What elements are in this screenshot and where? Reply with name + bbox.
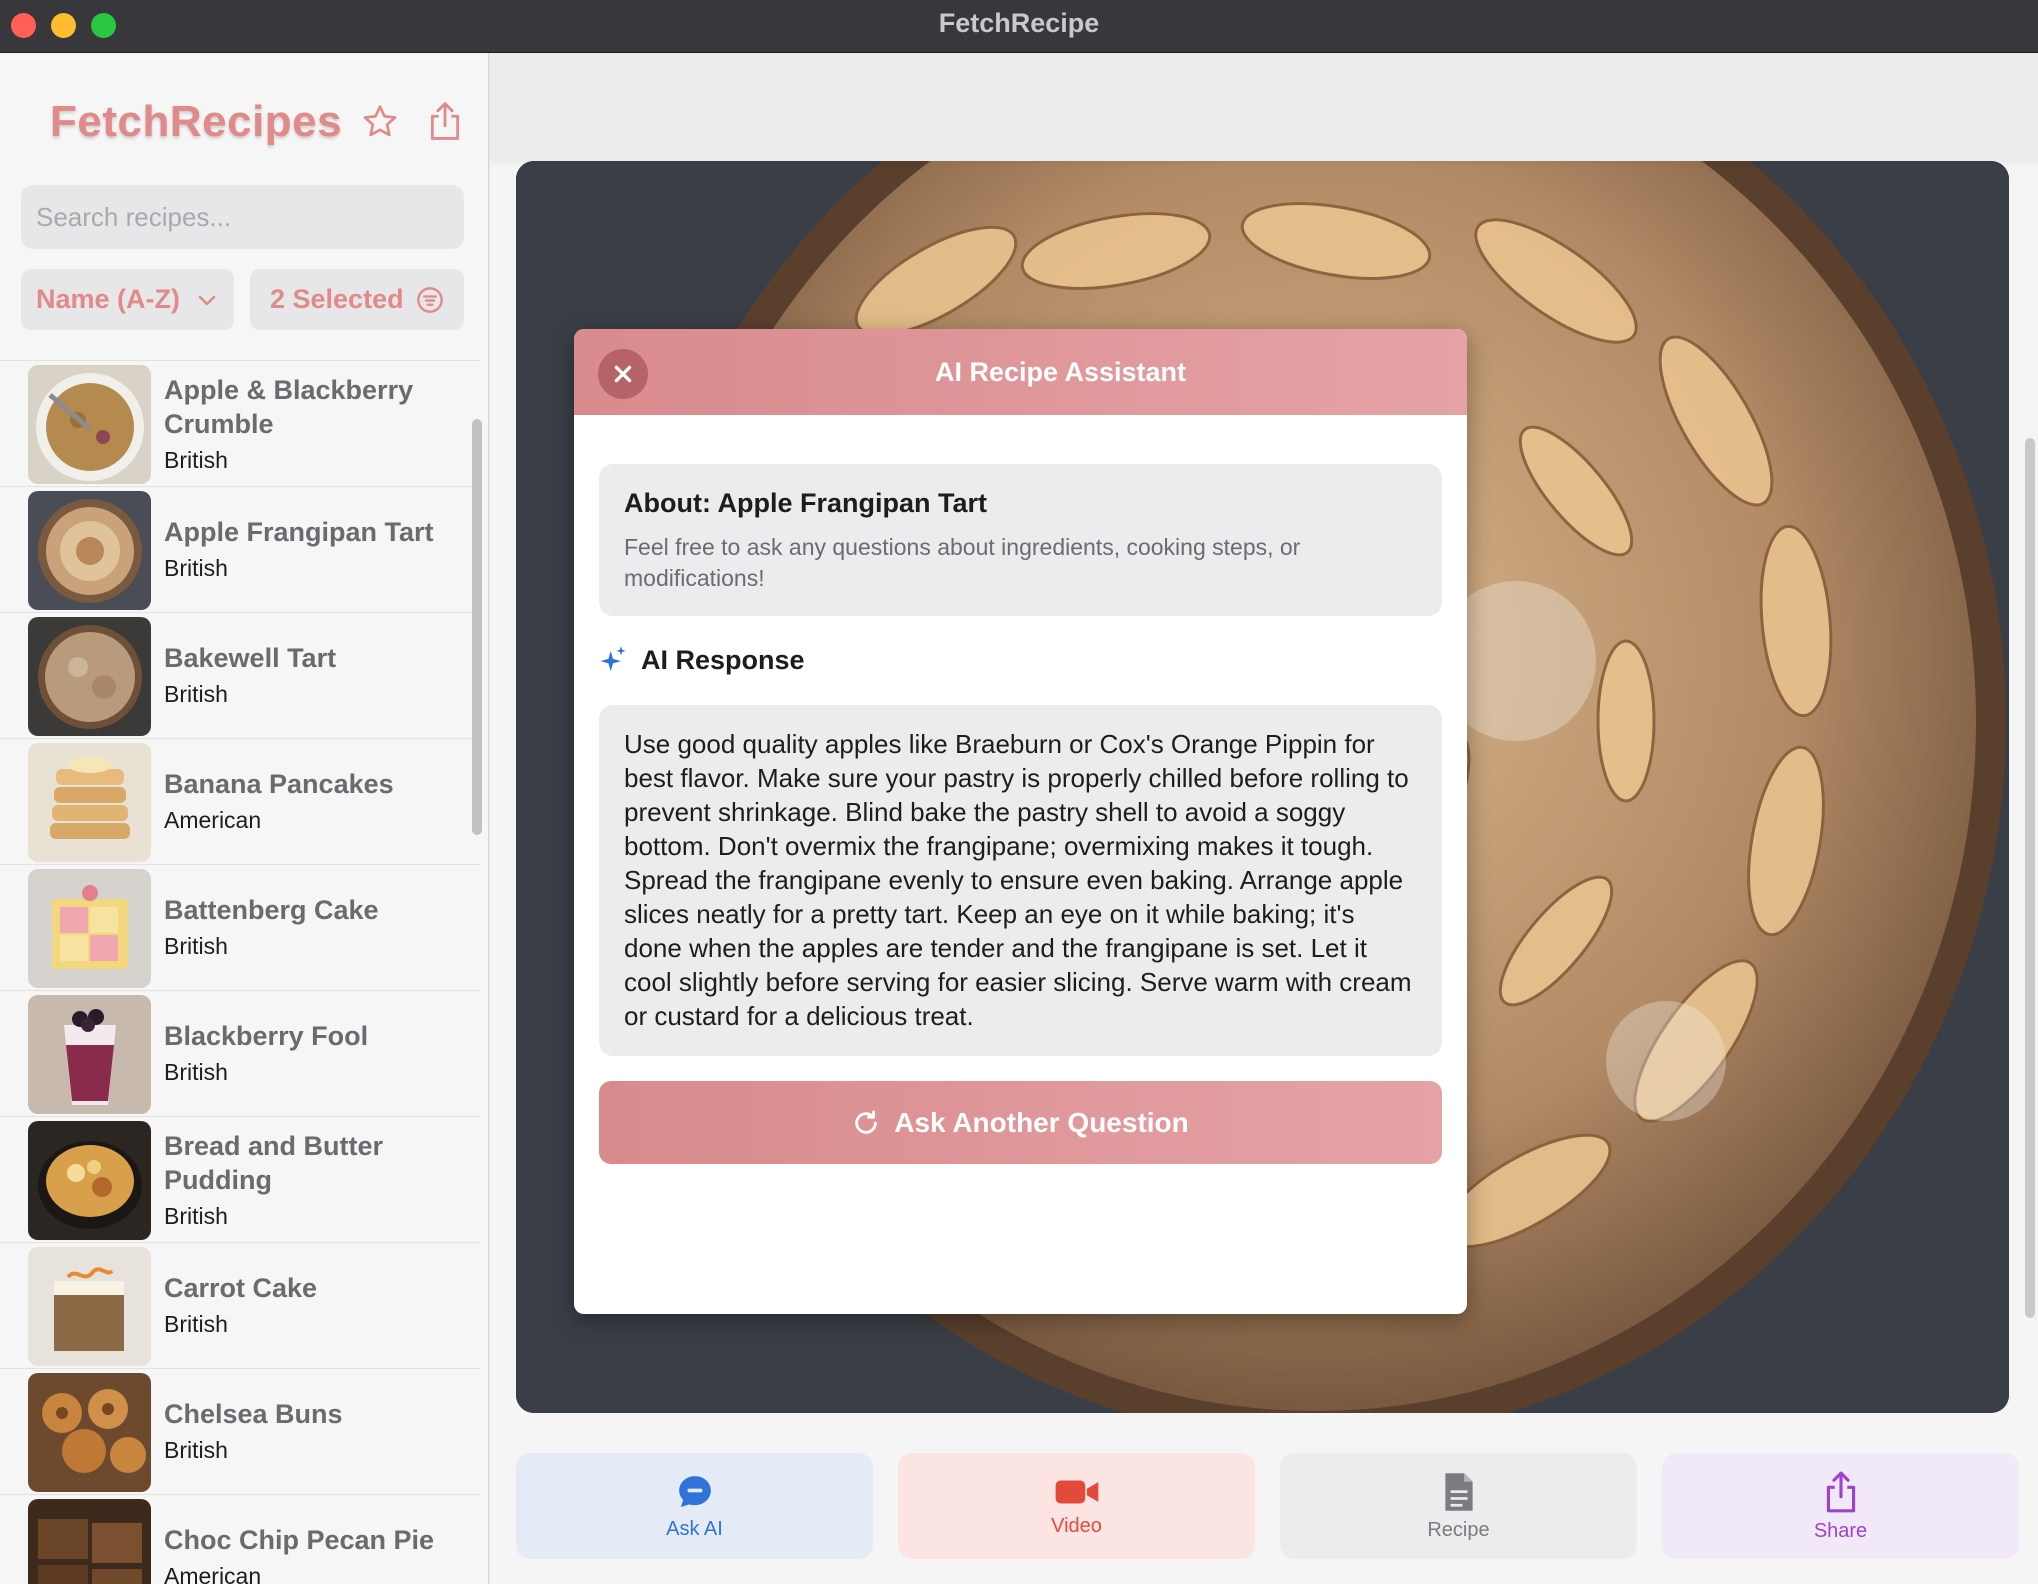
recipe-thumbnail xyxy=(28,869,151,988)
recipe-thumbnail xyxy=(28,1247,151,1366)
video-button[interactable]: Video xyxy=(898,1453,1255,1559)
recipe-thumbnail xyxy=(28,1499,151,1584)
list-item[interactable]: Choc Chip Pecan Pie American xyxy=(0,1494,480,1584)
share-icon xyxy=(1826,1471,1855,1512)
recipe-cuisine: British xyxy=(164,447,228,473)
recipe-thumbnail xyxy=(28,995,151,1114)
title-bar: FetchRecipe xyxy=(0,0,2038,53)
sparkles-icon xyxy=(600,646,626,672)
chat-bubble-icon xyxy=(678,1475,711,1507)
window-title: FetchRecipe xyxy=(938,8,1100,38)
close-modal-button[interactable] xyxy=(598,349,648,399)
recipe-cuisine: British xyxy=(164,1311,228,1337)
recipe-thumbnail xyxy=(28,491,151,610)
recipe-button[interactable]: Recipe xyxy=(1280,1453,1637,1559)
favorites-button[interactable] xyxy=(358,100,402,144)
recipe-cuisine: British xyxy=(164,681,228,707)
toolbar-area xyxy=(490,53,2038,161)
recipe-name: Chelsea Buns xyxy=(164,1399,343,1429)
list-item[interactable]: Carrot Cake British xyxy=(0,1242,480,1368)
refresh-icon xyxy=(855,1110,877,1134)
video-label: Video xyxy=(1051,1514,1102,1537)
recipe-cuisine: American xyxy=(164,1563,262,1584)
list-item[interactable]: Apple Frangipan Tart British xyxy=(0,486,480,612)
close-icon xyxy=(614,365,632,383)
recipe-name: Blackberry Fool xyxy=(164,1021,369,1051)
recipe-cuisine: British xyxy=(164,555,228,581)
ai-assistant-modal: AI Recipe Assistant About: Apple Frangip… xyxy=(574,329,1467,1314)
video-camera-icon xyxy=(1055,1480,1098,1503)
modal-title: AI Recipe Assistant xyxy=(934,357,1187,387)
search-input[interactable] xyxy=(21,185,464,249)
list-item[interactable]: Apple & Blackberry Crumble British xyxy=(0,360,480,486)
ai-response-card: Use good quality apples like Braeburn or… xyxy=(599,705,1442,1056)
recipe-label: Recipe xyxy=(1427,1518,1490,1541)
ai-response-label: AI Response xyxy=(641,644,805,675)
recipe-name: Apple Frangipan Tart xyxy=(164,517,434,547)
ai-response-text: Use good quality apples like Braeburn or… xyxy=(624,729,1412,1031)
sidebar-scrollbar[interactable] xyxy=(472,419,482,835)
recipe-cuisine: American xyxy=(164,807,262,833)
recipe-name: Battenberg Cake xyxy=(164,895,379,925)
star-icon xyxy=(363,105,397,137)
list-item[interactable]: Banana Pancakes American xyxy=(0,738,480,864)
list-item[interactable]: Blackberry Fool British xyxy=(0,990,480,1116)
recipe-cuisine: British xyxy=(164,1203,228,1229)
recipe-cuisine: British xyxy=(164,1059,228,1085)
document-icon xyxy=(1444,1472,1473,1511)
sort-label: Name (A-Z) xyxy=(36,284,181,314)
recipe-thumbnail xyxy=(28,617,151,736)
recipe-list: Apple & Blackberry Crumble British Apple… xyxy=(0,360,480,1584)
recipe-thumbnail xyxy=(28,743,151,862)
filter-label: 2 Selected xyxy=(270,284,404,314)
modal-header: AI Recipe Assistant xyxy=(574,329,1467,415)
recipe-name: Choc Chip Pecan Pie xyxy=(164,1525,435,1555)
ask-another-question-button[interactable]: Ask Another Question xyxy=(599,1081,1442,1164)
share-icon xyxy=(430,102,460,140)
share-label: Share xyxy=(1813,1519,1868,1542)
share-button[interactable]: Share xyxy=(1662,1453,2019,1559)
detail-scrollbar[interactable] xyxy=(2025,438,2035,1318)
recipe-name: Bread and Butter Pudding xyxy=(164,1131,384,1195)
recipe-name: Banana Pancakes xyxy=(164,769,394,799)
filter-icon xyxy=(417,286,443,313)
list-item[interactable]: Bread and Butter Pudding British xyxy=(0,1116,480,1242)
recipe-name: Bakewell Tart xyxy=(164,643,337,673)
list-item[interactable]: Bakewell Tart British xyxy=(0,612,480,738)
about-subtitle: Feel free to ask any questions about ing… xyxy=(624,534,1301,591)
recipe-name: Carrot Cake xyxy=(164,1273,318,1303)
about-title: About: Apple Frangipan Tart xyxy=(624,488,987,518)
recipe-thumbnail xyxy=(28,365,151,484)
list-item[interactable]: Battenberg Cake British xyxy=(0,864,480,990)
share-list-button[interactable] xyxy=(423,99,467,143)
recipe-thumbnail xyxy=(28,1373,151,1492)
cuisine-filter-button[interactable]: 2 Selected xyxy=(250,269,464,330)
sidebar: FetchRecipes Name (A-Z) 2 Selected Apple… xyxy=(0,53,489,1584)
recipe-cuisine: British xyxy=(164,933,228,959)
recipe-name: Apple & Blackberry Crumble xyxy=(164,375,414,439)
ask-ai-label: Ask AI xyxy=(666,1517,723,1540)
sort-dropdown[interactable]: Name (A-Z) xyxy=(21,269,234,330)
chevron-down-icon xyxy=(198,295,216,305)
about-card: About: Apple Frangipan Tart Feel free to… xyxy=(599,464,1442,616)
app-title: FetchRecipes xyxy=(50,97,343,146)
recipe-cuisine: British xyxy=(164,1437,228,1463)
recipe-thumbnail xyxy=(28,1121,151,1240)
ask-another-question-label: Ask Another Question xyxy=(894,1106,1189,1138)
ask-ai-button[interactable]: Ask AI xyxy=(516,1453,873,1559)
list-item[interactable]: Chelsea Buns British xyxy=(0,1368,480,1494)
ai-response-heading: AI Response xyxy=(599,640,805,680)
